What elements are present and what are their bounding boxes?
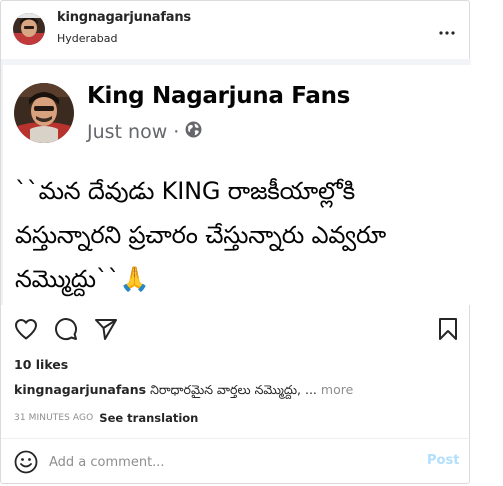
more-options-button[interactable] <box>433 17 461 41</box>
globe-icon <box>185 121 202 143</box>
caption: kingnagarjunafans నిరాధారమైన వార్తలు నమ్మ… <box>14 382 464 401</box>
emoji-button[interactable] <box>14 450 38 474</box>
caption-username[interactable]: kingnagarjunafans <box>14 382 146 397</box>
post-image[interactable]: King Nagarjuna Fans Just now · ``మన దేవు… <box>1 59 471 305</box>
caption-text: నిరాధారమైన వార్తలు నమ్మొద్దు, ... <box>150 382 317 397</box>
post-time[interactable]: 31 MINUTES AGO <box>14 413 93 423</box>
post-text-line: నమ్మొద్దు``🙏 <box>15 257 465 301</box>
smiley-icon <box>14 450 38 478</box>
avatar[interactable] <box>13 13 45 45</box>
action-bar <box>1 311 471 349</box>
post-body-text: ``మన దేవుడు KING రాజకీయాల్లోకి వస్తున్నా… <box>15 169 465 301</box>
comment-bar: Post <box>1 438 471 485</box>
folded-hands-emoji: 🙏 <box>119 265 150 293</box>
comment-button[interactable] <box>53 318 79 344</box>
username[interactable]: kingnagarjunafans <box>57 10 191 25</box>
timestamp-text: Just now <box>87 121 168 143</box>
post-meta: 31 MINUTES AGO See translation <box>14 411 198 425</box>
post-timestamp: Just now · <box>87 121 202 143</box>
likes-count[interactable]: 10 likes <box>14 357 68 372</box>
location[interactable]: Hyderabad <box>57 32 118 45</box>
paper-plane-icon <box>94 317 118 345</box>
more-horizontal-icon <box>439 20 455 39</box>
page-name: King Nagarjuna Fans <box>87 83 351 109</box>
post-card: kingnagarjunafans Hyderabad King Nagarju… <box>0 0 471 485</box>
separator-dot: · <box>173 121 180 143</box>
post-text-line: వస్తున్నారని ప్రచారం చేస్తున్నారు ఎవ్వరూ <box>15 221 387 249</box>
comment-bubble-icon <box>54 317 78 345</box>
bookmark-icon <box>438 318 458 344</box>
image-left-border <box>1 59 3 305</box>
save-button[interactable] <box>435 318 461 344</box>
image-top-border <box>1 59 471 65</box>
heart-icon <box>14 318 38 344</box>
more-link[interactable]: more <box>321 382 353 397</box>
post-text-segment: నమ్మొద్దు`` <box>15 265 120 293</box>
comment-input[interactable] <box>49 449 409 475</box>
post-comment-button[interactable]: Post <box>427 453 459 468</box>
like-button[interactable] <box>13 318 39 344</box>
post-text-line: ``మన దేవుడు KING రాజకీయాల్లోకి <box>15 177 355 205</box>
post-header: kingnagarjunafans Hyderabad <box>1 1 471 59</box>
page-avatar <box>14 83 74 143</box>
share-button[interactable] <box>93 318 119 344</box>
see-translation-link[interactable]: See translation <box>99 411 198 425</box>
page-background-strip <box>471 0 503 486</box>
